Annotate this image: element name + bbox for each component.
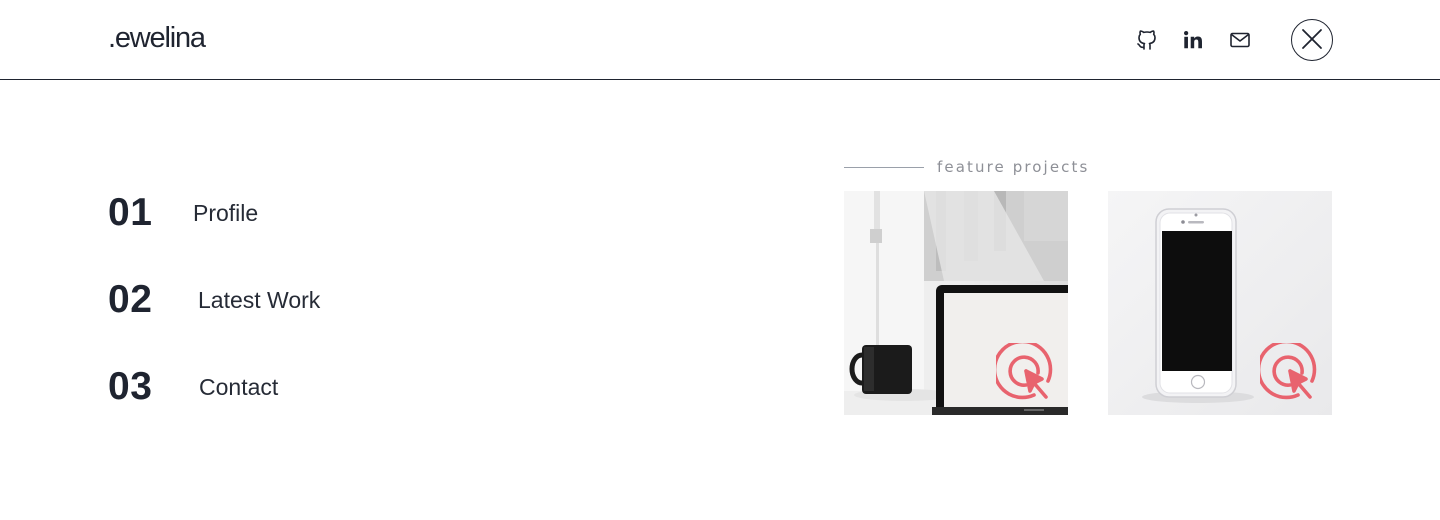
featured-projects-heading: feature projects	[844, 156, 1089, 178]
close-icon	[1301, 28, 1323, 53]
project-card-phone[interactable]	[1108, 191, 1332, 415]
site-header: .ewelina	[0, 0, 1440, 80]
github-link[interactable]	[1133, 26, 1161, 54]
linkedin-icon	[1182, 29, 1204, 51]
github-icon	[1135, 28, 1159, 52]
menu-item-number: 03	[108, 365, 153, 408]
project-card-laptop[interactable]	[844, 191, 1068, 415]
menu-item-number: 01	[108, 191, 153, 234]
menu-item-latest-work[interactable]: 02 Latest Work	[108, 272, 428, 328]
tap-cursor-icon	[992, 339, 1060, 412]
menu-item-label: Profile	[193, 200, 259, 226]
email-link[interactable]	[1226, 26, 1254, 54]
menu-item-contact[interactable]: 03 Contact	[108, 359, 428, 415]
mail-icon	[1228, 28, 1252, 52]
tap-cursor-icon	[1256, 339, 1324, 412]
linkedin-link[interactable]	[1179, 26, 1207, 54]
site-logo[interactable]: .ewelina	[108, 18, 206, 58]
heading-divider	[844, 166, 924, 168]
menu-item-label: Latest Work	[198, 287, 321, 313]
menu-item-label: Contact	[199, 374, 279, 400]
close-menu-button[interactable]	[1291, 19, 1333, 61]
featured-heading-text: feature projects	[937, 158, 1090, 176]
menu-item-number: 02	[108, 278, 153, 321]
menu-item-profile[interactable]: 01 Profile	[108, 185, 428, 241]
